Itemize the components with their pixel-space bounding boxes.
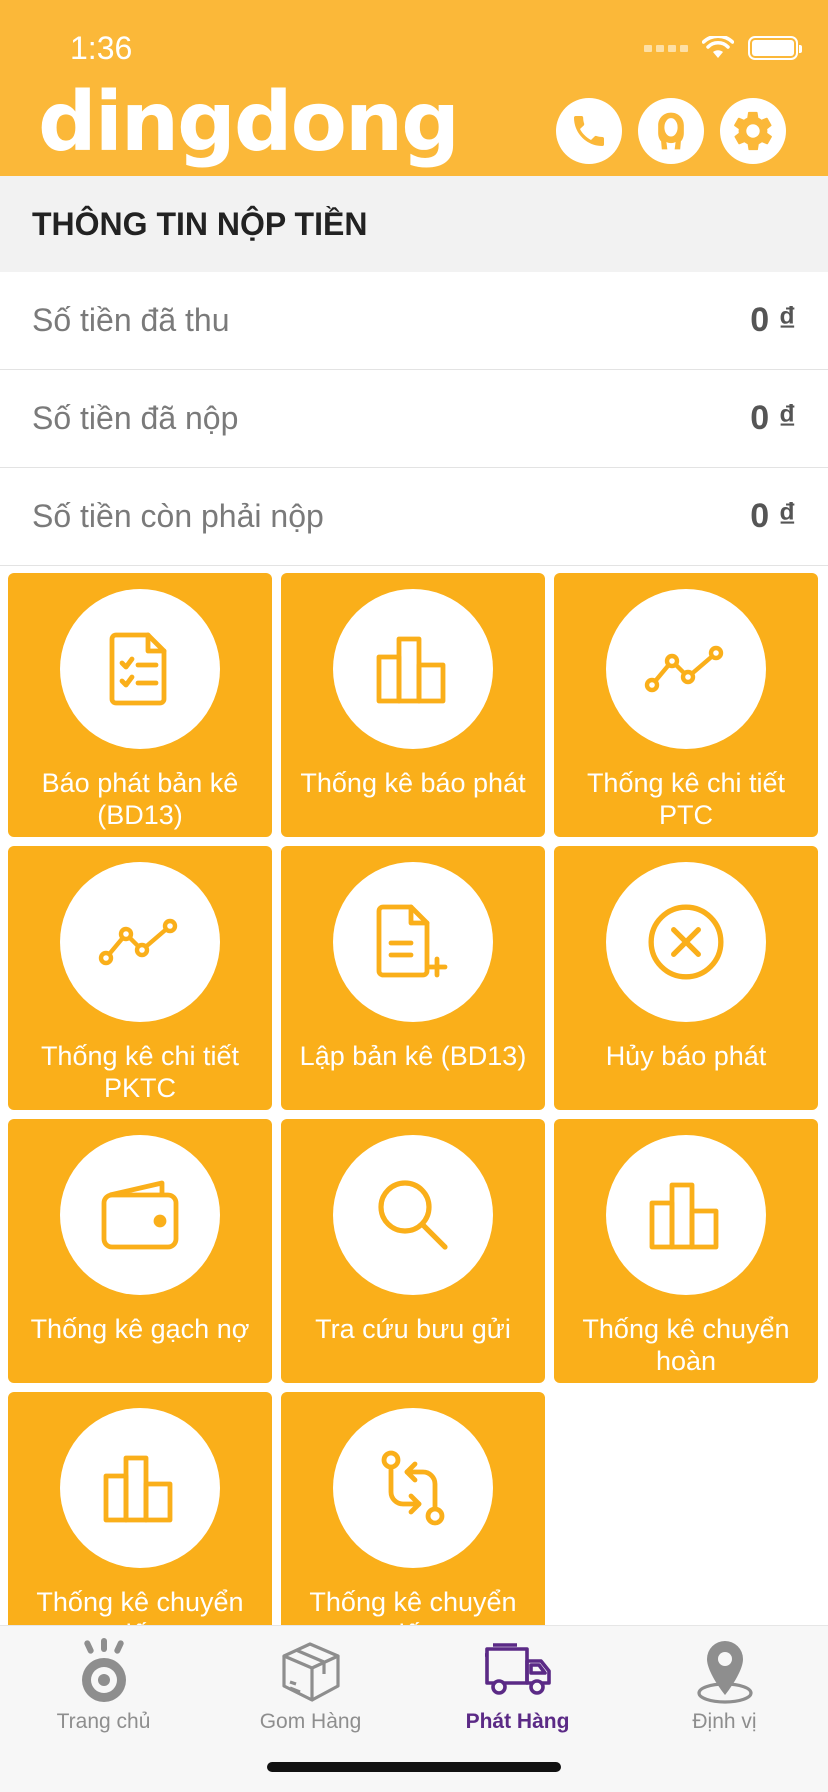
tile-label: Thống kê chuyển tiếp	[36, 1587, 244, 1625]
tile-icon-circle	[60, 1408, 220, 1568]
tab-dinh-vi[interactable]: Định vị	[621, 1634, 828, 1734]
tile-tra-cuu-buu-gui[interactable]: Tra cứu bưu gửi	[281, 1119, 545, 1383]
tab-label: Định vị	[692, 1710, 757, 1733]
tab-icon	[685, 1634, 765, 1708]
cancel-circle-icon	[648, 904, 724, 980]
payment-info-list: Số tiền đã thu 0 ₫ Số tiền đã nộp 0 ₫ Số…	[0, 272, 828, 566]
tab-label: Trang chủ	[56, 1710, 151, 1733]
profile-button[interactable]	[638, 98, 704, 164]
tab-icon	[478, 1634, 558, 1708]
money-row-remaining: Số tiền còn phải nộp 0 ₫	[0, 468, 828, 566]
tile-icon-circle	[606, 589, 766, 749]
section-title: THÔNG TIN NỘP TIỀN	[32, 206, 368, 242]
document-checklist-icon	[109, 632, 167, 706]
feature-grid: Báo phát bản kê (BD13) Thống kê báo phát…	[8, 573, 820, 1625]
tile-icon-circle	[606, 862, 766, 1022]
money-value: 0 ₫	[750, 497, 796, 535]
line-chart-icon	[98, 918, 178, 966]
settings-button[interactable]	[720, 98, 786, 164]
tile-label: Thống kê gạch nợ	[30, 1314, 250, 1344]
money-label: Số tiền đã nộp	[32, 400, 239, 436]
tile-icon-circle	[60, 589, 220, 749]
status-indicators	[644, 36, 802, 60]
money-value: 0 ₫	[750, 301, 796, 339]
cellular-signal-icon	[644, 44, 688, 52]
document-add-icon	[376, 904, 448, 978]
transfer-icon	[381, 1450, 445, 1526]
tab-trang-chu[interactable]: Trang chủ	[0, 1634, 207, 1734]
tile-label: Lập bản kê (BD13)	[299, 1041, 527, 1071]
money-label: Số tiền đã thu	[32, 302, 230, 338]
tile-label: Hủy báo phát	[605, 1041, 767, 1071]
tab-label: Gom Hàng	[259, 1710, 362, 1733]
wifi-icon	[702, 36, 734, 58]
tile-label: Thống kê chi tiết PKTC	[40, 1041, 240, 1103]
tab-icon	[64, 1634, 144, 1708]
package-box-icon	[281, 1642, 340, 1702]
delivery-truck-icon	[484, 1643, 551, 1695]
bar-chart-icon	[376, 636, 446, 704]
tile-thong-ke-chuyen-hoan[interactable]: Thống kê chuyển hoàn	[554, 1119, 818, 1383]
status-time: 1:36	[70, 30, 133, 66]
tile-label: Thống kê chuyển tiếp	[309, 1587, 517, 1625]
tab-icon	[271, 1634, 351, 1708]
tile-thong-ke-bao-phat[interactable]: Thống kê báo phát	[281, 573, 545, 837]
wallet-icon	[101, 1180, 179, 1250]
tile-label: Thống kê chi tiết PTC	[586, 768, 786, 830]
tile-icon-circle	[606, 1135, 766, 1295]
tile-label: Báo phát bản kê (BD13)	[41, 768, 239, 830]
bar-chart-icon	[649, 1182, 719, 1250]
tile-icon-circle	[60, 1135, 220, 1295]
tile-thong-ke-gach-no[interactable]: Thống kê gạch nợ	[8, 1119, 272, 1383]
bar-chart-icon	[103, 1455, 173, 1523]
tile-icon-circle	[333, 1135, 493, 1295]
app-header: 1:36 dingdong	[0, 0, 828, 176]
money-row-collected: Số tiền đã thu 0 ₫	[0, 272, 828, 370]
search-icon	[378, 1180, 448, 1250]
tile-thong-ke-chuyen-tiep-1[interactable]: Thống kê chuyển tiếp	[8, 1392, 272, 1625]
money-value: 0 ₫	[750, 399, 796, 437]
tile-label: Tra cứu bưu gửi	[315, 1314, 511, 1344]
tile-icon-circle	[60, 862, 220, 1022]
tile-thong-ke-chuyen-tiep-2[interactable]: Thống kê chuyển tiếp	[281, 1392, 545, 1625]
tile-bao-phat-ban-ke[interactable]: Báo phát bản kê (BD13)	[8, 573, 272, 837]
tile-icon-circle	[333, 1408, 493, 1568]
tile-thong-ke-chi-tiet-pktc[interactable]: Thống kê chi tiết PKTC	[8, 846, 272, 1110]
home-eye-icon	[81, 1638, 126, 1702]
tab-gom-hang[interactable]: Gom Hàng	[207, 1634, 414, 1734]
money-label: Số tiền còn phải nộp	[32, 498, 324, 534]
tab-label: Phát Hàng	[465, 1710, 570, 1733]
phone-button[interactable]	[556, 98, 622, 164]
home-indicator	[267, 1762, 561, 1772]
header-actions	[556, 98, 786, 164]
user-icon	[658, 112, 684, 150]
tile-thong-ke-chi-tiet-ptc[interactable]: Thống kê chi tiết PTC	[554, 573, 818, 837]
tile-icon-circle	[333, 589, 493, 749]
battery-icon	[748, 36, 802, 60]
money-row-paid: Số tiền đã nộp 0 ₫	[0, 370, 828, 468]
tile-lap-ban-ke[interactable]: Lập bản kê (BD13)	[281, 846, 545, 1110]
gear-icon	[734, 111, 772, 151]
line-chart-icon	[644, 645, 724, 693]
app-logo: dingdong	[38, 75, 460, 170]
tile-huy-bao-phat[interactable]: Hủy báo phát	[554, 846, 818, 1110]
section-header: THÔNG TIN NỘP TIỀN	[0, 176, 828, 272]
tile-label: Thống kê chuyển hoàn	[582, 1314, 790, 1376]
phone-icon	[574, 116, 604, 146]
tab-phat-hang[interactable]: Phát Hàng	[414, 1634, 621, 1734]
tile-label: Thống kê báo phát	[300, 768, 526, 798]
tile-icon-circle	[333, 862, 493, 1022]
location-pin-icon	[696, 1641, 753, 1704]
